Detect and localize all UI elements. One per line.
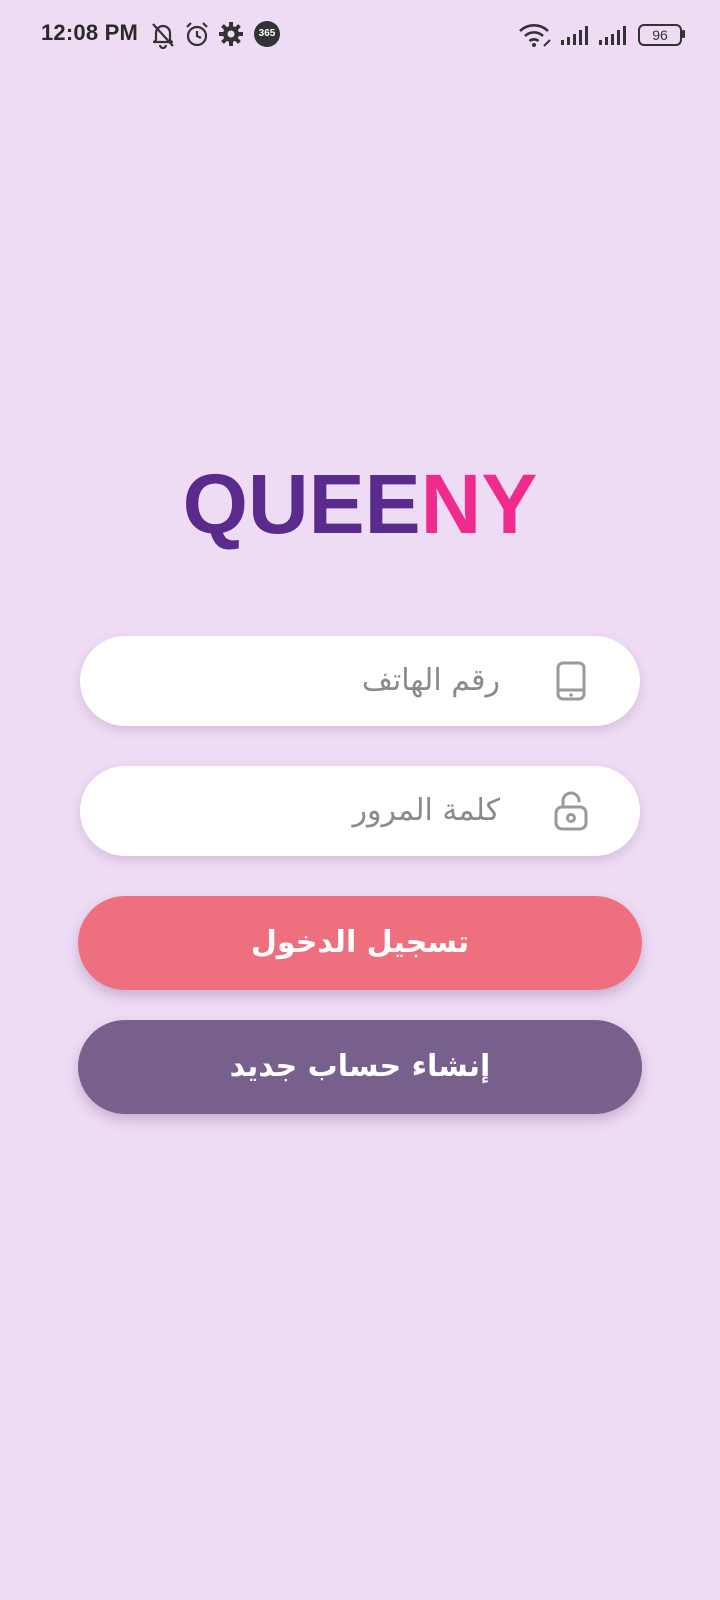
battery-icon: 96 <box>638 24 682 46</box>
bell-off-icon <box>152 23 174 49</box>
status-bar: 12:08 PM 365 96 <box>0 0 720 70</box>
register-button[interactable]: إنشاء حساب جديد <box>78 1020 642 1114</box>
wifi-icon <box>519 24 551 47</box>
signal-icon-2 <box>599 26 626 45</box>
signal-icon <box>561 26 588 45</box>
battery-level: 96 <box>652 27 668 43</box>
password-placeholder: كلمة المرور <box>352 793 500 828</box>
logo-text-part2: NY <box>420 457 538 551</box>
alarm-icon <box>186 22 208 47</box>
status-time: 12:08 PM <box>41 20 138 45</box>
app-365-icon: 365 <box>254 21 280 47</box>
logo-text-part1: QUEE <box>182 457 421 551</box>
app-logo: QUEENY <box>0 462 720 546</box>
battery-tip <box>682 30 685 38</box>
phone-field[interactable]: رقم الهاتف <box>80 636 640 726</box>
unlock-icon <box>554 791 588 831</box>
phone-icon <box>556 661 586 701</box>
phone-placeholder: رقم الهاتف <box>361 663 500 698</box>
password-field[interactable]: كلمة المرور <box>80 766 640 856</box>
settings-gear-icon <box>219 22 243 46</box>
login-button[interactable]: تسجيل الدخول <box>78 896 642 990</box>
